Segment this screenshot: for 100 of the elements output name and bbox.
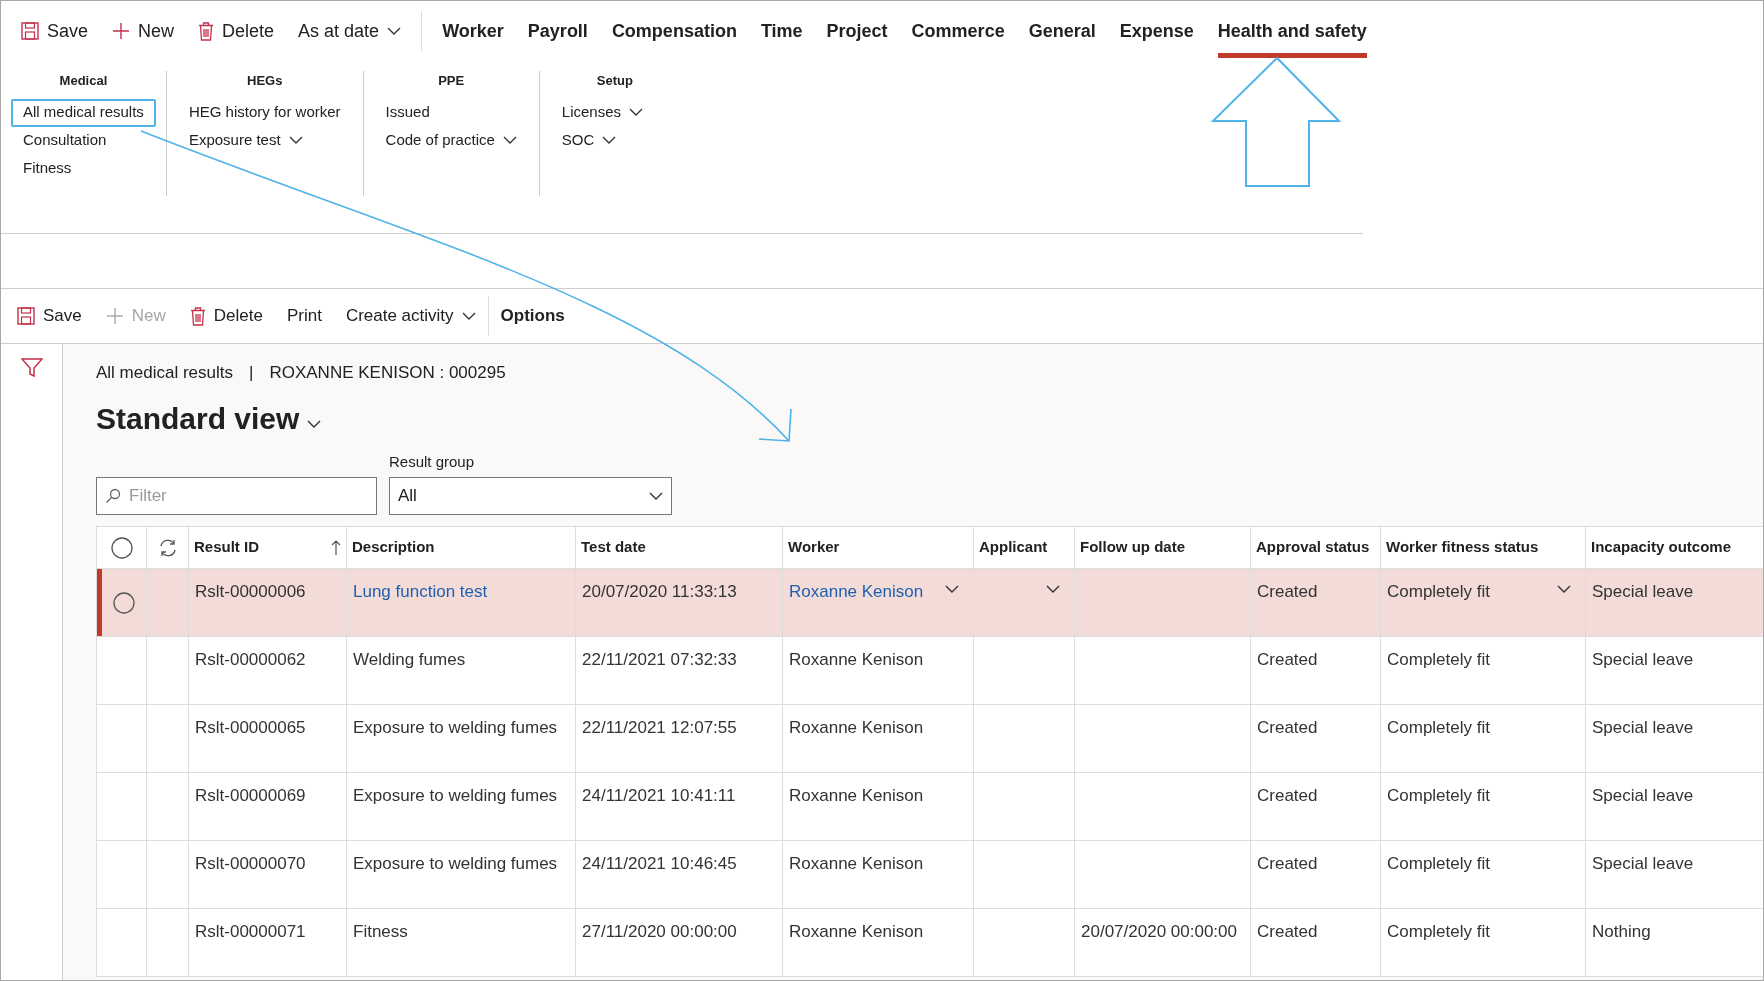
- caret-icon: [602, 136, 617, 145]
- table-cell-text: Special leave: [1592, 717, 1694, 739]
- table-row[interactable]: Rslt-00000070 Exposure to welding fumes 24/11/2021 10:46:45 Roxanne Kenison Created Completely fit Special leave: [97, 841, 1763, 909]
- dropdown-button[interactable]: Create activity: [333, 296, 488, 336]
- plus-icon: [112, 22, 131, 40]
- toolbar-button[interactable]: Save: [9, 11, 101, 51]
- table-cell-text: Rslt-00000006: [195, 581, 306, 603]
- caret-icon: [629, 108, 643, 117]
- ribbon-item[interactable]: Code of practice: [373, 126, 529, 155]
- ribbon-item[interactable]: HEG history for worker: [176, 98, 353, 127]
- column-header[interactable]: Test date: [576, 527, 783, 568]
- table-cell-text: 20/07/2020 11:33:13: [582, 581, 737, 603]
- toolbar-button[interactable]: Print: [274, 296, 334, 336]
- table-cell-text: Created: [1257, 649, 1318, 671]
- column-header[interactable]: Result ID: [189, 527, 347, 568]
- ribbon-item[interactable]: Licenses: [549, 98, 655, 127]
- module-tab[interactable]: Payroll: [527, 4, 588, 58]
- table-row[interactable]: Rslt-00000065 Exposure to welding fumes 22/11/2021 12:07:55 Roxanne Kenison Created Completely fit Special leave: [97, 705, 1763, 773]
- column-header[interactable]: Description: [347, 527, 576, 568]
- view-selector[interactable]: Standard view: [96, 395, 322, 441]
- breadcrumb-page: All medical results: [96, 362, 233, 384]
- column-header[interactable]: Approval status: [1251, 527, 1381, 568]
- module-tab[interactable]: Commerce: [911, 4, 1005, 58]
- caret-icon: [288, 136, 303, 145]
- table-cell-text: Special leave: [1592, 581, 1694, 603]
- module-tab[interactable]: Project: [826, 4, 888, 58]
- table-cell-text: Completely fit: [1387, 581, 1490, 603]
- result-group-label: Result group: [389, 451, 476, 472]
- column-header[interactable]: Follow up date: [1075, 527, 1251, 568]
- table-cell-text: Exposure to welding fumes: [353, 785, 558, 807]
- table-row[interactable]: Rslt-00000071 Fitness 27/11/2020 00:00:00 Roxanne Kenison 20/07/2020 00:00:00 Created Completely fit Nothing: [97, 909, 1763, 977]
- table-cell-text: Created: [1257, 921, 1318, 943]
- select-all-radio[interactable]: [110, 536, 133, 559]
- module-tab[interactable]: Time: [760, 4, 803, 58]
- table-cell-text: 24/11/2021 10:41:11: [582, 785, 736, 807]
- table-row[interactable]: Rslt-00000069 Exposure to welding fumes 24/11/2021 10:41:11 Roxanne Kenison Created Completely fit Special leave: [97, 773, 1763, 841]
- module-tab[interactable]: General: [1028, 4, 1096, 58]
- column-header[interactable]: Worker fitness status: [1381, 527, 1586, 568]
- filter-input[interactable]: Filter: [129, 483, 368, 509]
- table-cell-text: Special leave: [1592, 649, 1694, 671]
- table-cell-text: 22/11/2021 12:07:55: [582, 717, 737, 739]
- module-tab[interactable]: Health and safety: [1217, 4, 1367, 58]
- module-tab[interactable]: Expense: [1119, 4, 1194, 58]
- table-link[interactable]: Roxanne Kenison: [789, 579, 924, 605]
- column-header[interactable]: Incapacity outcome: [1586, 527, 1763, 568]
- trash-icon: [198, 21, 215, 41]
- filter-icon[interactable]: [20, 358, 43, 378]
- table-cell-text: Rslt-00000071: [195, 921, 306, 943]
- table-cell-text: Roxanne Kenison: [789, 853, 924, 875]
- module-tab[interactable]: Worker: [442, 4, 504, 58]
- ribbon-group-title: Medical: [58, 72, 109, 90]
- toolbar-button[interactable]: New: [100, 11, 187, 51]
- caret-icon: [461, 311, 476, 321]
- ribbon-item[interactable]: Fitness: [11, 154, 84, 183]
- toolbar-button[interactable]: Delete: [186, 11, 287, 51]
- module-tab[interactable]: Compensation: [611, 4, 737, 58]
- column-header[interactable]: Worker: [783, 527, 974, 568]
- ribbon-group-title: Setup: [595, 72, 634, 90]
- table-cell-text: Roxanne Kenison: [789, 921, 924, 943]
- dropdown-button[interactable]: As at date: [286, 11, 414, 51]
- table-cell-text: Created: [1257, 785, 1318, 807]
- table-cell-text: 20/07/2020 00:00:00: [1081, 921, 1237, 943]
- ribbon-item[interactable]: Consultation: [11, 126, 119, 155]
- refresh-icon[interactable]: [157, 537, 178, 558]
- table-cell-text: Rslt-00000065: [195, 717, 306, 739]
- sort-arrow-icon: [331, 539, 341, 556]
- table-cell-text: Completely fit: [1387, 921, 1490, 943]
- table-cell-text: 27/11/2020 00:00:00: [582, 921, 737, 943]
- column-header[interactable]: Applicant: [974, 527, 1075, 568]
- ribbon-item[interactable]: All medical results: [11, 98, 156, 127]
- caret-icon: [1046, 585, 1060, 594]
- toolbar-button[interactable]: Delete: [177, 296, 275, 336]
- table-cell-text: Exposure to welding fumes: [353, 717, 558, 739]
- table-cell-text: Special leave: [1592, 853, 1694, 875]
- table-link[interactable]: Lung function test: [353, 579, 488, 605]
- table-cell-text: Fitness: [353, 921, 408, 943]
- ribbon-item[interactable]: Exposure test: [176, 126, 315, 155]
- caret-icon: [502, 136, 517, 145]
- filter-field[interactable]: Filter: [96, 477, 377, 515]
- table-row[interactable]: Rslt-00000006 Lung function test 20/07/2020 11:33:13 Roxanne Kenison Created Completely fit Special leave: [97, 569, 1763, 637]
- plus-icon: [105, 307, 124, 325]
- toolbar-button[interactable]: Options: [488, 296, 577, 336]
- table-cell-text: Completely fit: [1387, 649, 1490, 671]
- result-group-dropdown[interactable]: All: [389, 477, 672, 515]
- save-icon: [21, 22, 39, 40]
- table-row[interactable]: Rslt-00000062 Welding fumes 22/11/2021 07:32:33 Roxanne Kenison Created Completely fit Special leave: [97, 637, 1763, 705]
- caret-icon: [1557, 585, 1571, 594]
- table-cell-text: 22/11/2021 07:32:33: [582, 649, 737, 671]
- ribbon-item[interactable]: SOC: [549, 126, 629, 155]
- table-cell-text: Nothing: [1592, 921, 1651, 943]
- breadcrumb-separator: |: [249, 362, 254, 384]
- table-cell-text: Created: [1257, 717, 1318, 739]
- table-cell-text: Roxanne Kenison: [789, 717, 924, 739]
- ribbon-item[interactable]: Issued: [373, 98, 442, 127]
- table-cell-text: Rslt-00000062: [195, 649, 306, 671]
- row-select-radio[interactable]: [113, 591, 135, 614]
- table-cell-text: Completely fit: [1387, 717, 1490, 739]
- toolbar-button[interactable]: Save: [5, 296, 94, 336]
- table-cell-text: Completely fit: [1387, 853, 1490, 875]
- table-cell-text: Welding fumes: [353, 649, 466, 671]
